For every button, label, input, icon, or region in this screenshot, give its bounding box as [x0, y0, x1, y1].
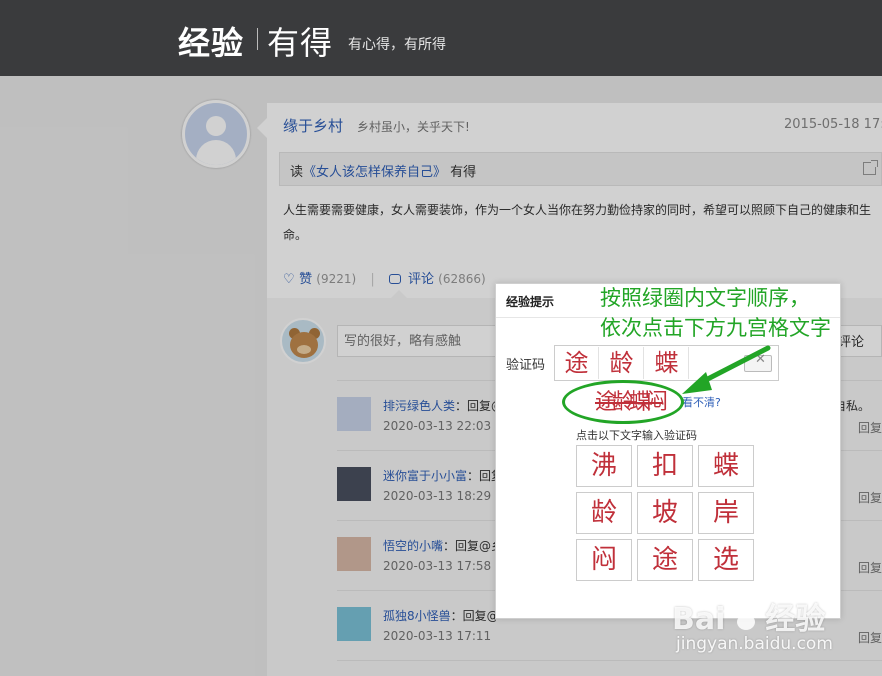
top-header: 经验 有得 有心得，有所得 — [0, 0, 882, 76]
instruction-line-2: 依次点击下方九宫格文字 — [600, 316, 831, 340]
instruction-line-1: 按照绿圈内文字顺序， — [600, 286, 810, 310]
captcha-grid-char[interactable]: 龄 — [576, 492, 632, 534]
captcha-grid-char[interactable]: 岸 — [698, 492, 754, 534]
annotation-arrow-icon — [682, 345, 771, 394]
captcha-grid-char[interactable]: 坡 — [637, 492, 693, 534]
captcha-char-grid: 沸 扣 蝶 龄 坡 岸 闷 途 选 — [576, 445, 756, 583]
baidu-paw-icon — [732, 600, 762, 630]
brand-logo-second[interactable]: 有得 — [267, 18, 333, 64]
captcha-grid-char[interactable]: 扣 — [637, 445, 693, 487]
watermark-jingyan: 经验 — [765, 602, 826, 637]
brand-logo-main[interactable]: 经验 — [178, 18, 244, 64]
captcha-grid-hint: 点击以下文字输入验证码 — [576, 429, 697, 442]
captcha-grid-char[interactable]: 途 — [637, 539, 693, 581]
brand-slogan: 有心得，有所得 — [348, 37, 446, 53]
captcha-entered-char: 龄 — [600, 347, 644, 379]
captcha-grid-char[interactable]: 选 — [698, 539, 754, 581]
watermark-url: jingyan.baidu.com — [676, 634, 833, 654]
captcha-grid-char[interactable]: 蝶 — [698, 445, 754, 487]
instruction-annotation: 按照绿圈内文字顺序， 依次点击下方九宫格文字 — [600, 283, 831, 343]
captcha-grid-char[interactable]: 沸 — [576, 445, 632, 487]
highlight-ellipse — [562, 380, 684, 424]
captcha-label: 验证码 — [506, 358, 546, 373]
watermark-bai: Bai — [672, 602, 726, 637]
captcha-grid-char[interactable]: 闷 — [576, 539, 632, 581]
brand-divider — [257, 28, 258, 50]
dialog-title: 经验提示 — [506, 295, 555, 309]
captcha-entered-char: 途 — [555, 347, 599, 379]
